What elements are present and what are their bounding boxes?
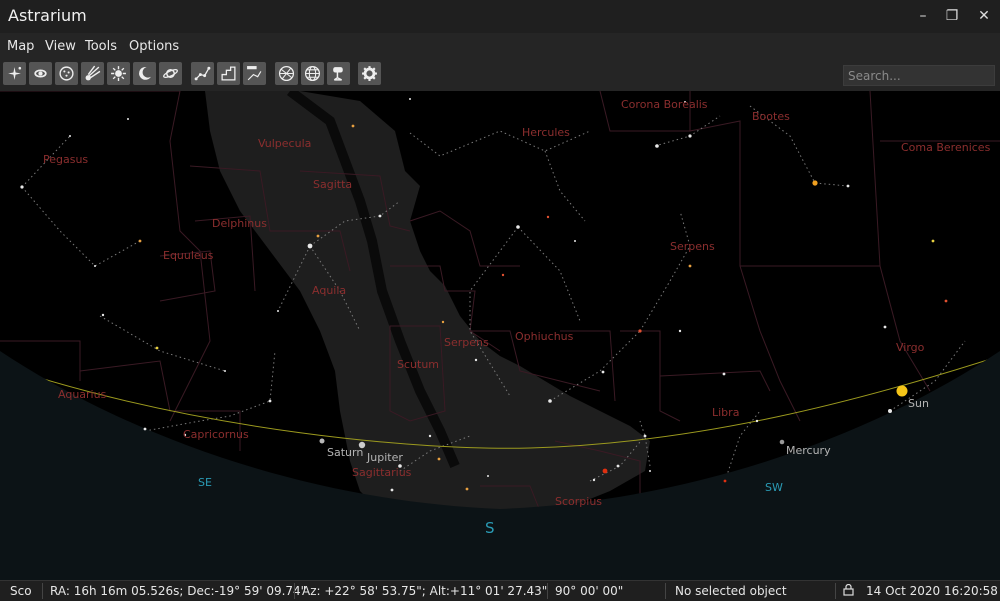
app-title: Astrarium [8, 6, 87, 25]
constellation-lines-button[interactable] [191, 62, 214, 85]
label-sun: Sun [908, 397, 929, 410]
direction-sw: SW [765, 481, 783, 494]
close-button[interactable]: ✕ [973, 6, 995, 26]
label-corona-borealis: Corona Borealis [621, 98, 708, 111]
label-vulpecula: Vulpecula [258, 137, 311, 150]
label-sagitta: Sagitta [313, 178, 352, 191]
constellation-labels-button[interactable] [243, 62, 266, 85]
constellation-lines-icon [194, 66, 211, 81]
menu-view[interactable]: View [45, 39, 76, 54]
label-hercules: Hercules [522, 126, 570, 139]
label-sagittarius: Sagittarius [352, 466, 412, 479]
direction-s: S [485, 519, 495, 537]
planets-button[interactable] [159, 62, 182, 85]
status-bar: Sco RA: 16h 16m 05.526s; Dec:-19° 59' 09… [0, 580, 1000, 601]
planet-icon [163, 69, 178, 78]
menu-map[interactable]: Map [7, 39, 34, 54]
label-equuleus: Equuleus [163, 249, 214, 262]
comets-button[interactable] [81, 62, 104, 85]
label-capricornus: Capricornus [183, 428, 249, 441]
status-constellation: Sco [10, 584, 32, 598]
label-delphinus: Delphinus [212, 217, 267, 230]
horizontal-grid-icon [304, 65, 321, 82]
comet-icon [85, 65, 101, 81]
stars-button[interactable] [3, 62, 26, 85]
galaxies-button[interactable] [29, 62, 52, 85]
settings-icon [362, 66, 377, 81]
label-serpens-cauda: Serpens [444, 336, 489, 349]
label-bootes: Bootes [752, 110, 790, 123]
status-separator [547, 583, 548, 599]
sky-map[interactable]: Pegasus Vulpecula Sagitta Hercules Coron… [0, 91, 1000, 580]
settings-button[interactable] [358, 62, 381, 85]
label-aquarius: Aquarius [58, 388, 107, 401]
galaxy-icon [34, 69, 47, 78]
minimize-button[interactable]: – [912, 6, 934, 26]
equatorial-grid-icon [278, 65, 295, 82]
stars-icon [8, 66, 22, 80]
restore-button[interactable]: ❐ [941, 6, 963, 26]
label-libra: Libra [712, 406, 739, 419]
clusters-button[interactable] [55, 62, 78, 85]
label-ophiuchus: Ophiuchus [515, 330, 574, 343]
direction-se: SE [198, 476, 212, 489]
moon-icon [139, 67, 151, 80]
status-az-alt: Az: +22° 58' 53.75"; Alt:+11° 01' 27.43" [302, 584, 548, 598]
menu-tools[interactable]: Tools [85, 39, 117, 54]
constellation-borders-icon [221, 66, 236, 81]
label-scorpius: Scorpius [555, 495, 602, 508]
status-separator [294, 583, 295, 599]
menu-bar: Map View Tools Options [0, 33, 1000, 60]
constellation-labels-icon [247, 66, 262, 81]
horizontal-grid-button[interactable] [301, 62, 324, 85]
status-ra-dec: RA: 16h 16m 05.526s; Dec:-19° 59' 09.74" [50, 584, 307, 598]
label-mercury: Mercury [786, 444, 831, 457]
saturn-marker[interactable] [319, 438, 325, 444]
label-coma-berenices: Coma Berenices [901, 141, 991, 154]
label-aquila: Aquila [312, 284, 346, 297]
sun-icon [111, 66, 126, 81]
menu-options[interactable]: Options [129, 39, 179, 54]
constellation-borders-button[interactable] [217, 62, 240, 85]
mercury-marker[interactable] [779, 439, 785, 445]
status-separator [42, 583, 43, 599]
status-separator [835, 583, 836, 599]
label-scutum: Scutum [397, 358, 439, 371]
label-serpens-caput: Serpens [670, 240, 715, 253]
status-selection: No selected object [675, 584, 787, 598]
star-cluster-icon [59, 66, 74, 81]
equatorial-grid-button[interactable] [275, 62, 298, 85]
sun-marker[interactable] [896, 385, 908, 397]
status-fov: 90° 00' 00" [555, 584, 624, 598]
status-datetime[interactable]: 14 Oct 2020 16:20:58 [866, 584, 998, 598]
lock-icon[interactable] [843, 583, 854, 599]
label-jupiter: Jupiter [366, 451, 403, 464]
label-saturn: Saturn [327, 446, 363, 459]
moon-button[interactable] [133, 62, 156, 85]
label-pegasus: Pegasus [43, 153, 88, 166]
title-bar: Astrarium – ❐ ✕ [0, 0, 1000, 33]
sun-button[interactable] [107, 62, 130, 85]
telescope-button[interactable] [327, 62, 350, 85]
search-input[interactable] [843, 65, 995, 86]
label-virgo: Virgo [896, 341, 925, 354]
telescope-icon [333, 67, 343, 81]
status-separator [665, 583, 666, 599]
